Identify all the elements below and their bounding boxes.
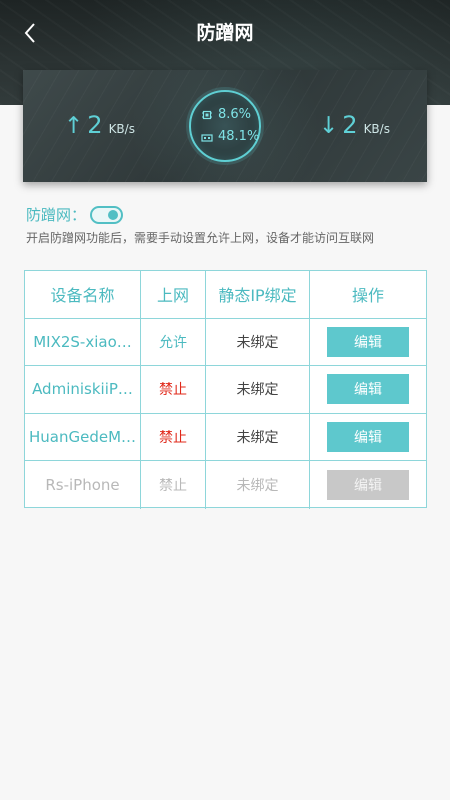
device-name: MIX2S-xiao… bbox=[25, 318, 141, 365]
usage-gauge: 8.6% 48.1% bbox=[189, 90, 261, 162]
cpu-usage-value: 8.6% bbox=[218, 107, 252, 122]
download-speed: ↓ 2 KB/s bbox=[319, 111, 390, 139]
table-header-row: 设备名称 上网 静态IP绑定 操作 bbox=[25, 271, 426, 319]
traffic-stats-card: ↑ 2 KB/s 8.6% 48.1% ↓ 2 KB/s bbox=[23, 70, 427, 182]
device-name: AdminiskiiP… bbox=[25, 366, 141, 413]
toggle-knob bbox=[108, 209, 119, 220]
internet-status: 禁止 bbox=[141, 461, 206, 509]
upload-arrow-icon: ↑ bbox=[64, 113, 84, 139]
action-cell: 编辑 bbox=[310, 366, 426, 413]
table-row: AdminiskiiP… 禁止 未绑定 编辑 bbox=[25, 366, 426, 414]
table-row-offline: Rs-iPhone 禁止 未绑定 编辑 bbox=[25, 461, 426, 509]
column-header-device: 设备名称 bbox=[25, 271, 141, 318]
download-arrow-icon: ↓ bbox=[319, 113, 339, 139]
download-speed-value: 2 bbox=[342, 111, 358, 139]
internet-status: 禁止 bbox=[141, 366, 206, 413]
upload-speed-unit: KB/s bbox=[108, 122, 135, 136]
table-row: HuanGedeM… 禁止 未绑定 编辑 bbox=[25, 413, 426, 461]
cpu-usage: 8.6% bbox=[201, 107, 251, 122]
cpu-icon bbox=[202, 110, 212, 119]
column-header-internet: 上网 bbox=[141, 271, 206, 318]
device-name: HuanGedeM… bbox=[25, 413, 141, 460]
upload-speed: ↑ 2 KB/s bbox=[64, 111, 135, 139]
edit-button[interactable]: 编辑 bbox=[327, 421, 409, 452]
device-table: 设备名称 上网 静态IP绑定 操作 MIX2S-xiao… 允许 未绑定 编辑 … bbox=[24, 270, 427, 509]
binding-status: 未绑定 bbox=[206, 318, 310, 365]
anti-leech-setting: 防蹭网： bbox=[26, 204, 124, 225]
upload-speed-value: 2 bbox=[87, 111, 103, 139]
internet-status: 允许 bbox=[141, 318, 206, 365]
internet-status: 禁止 bbox=[141, 413, 206, 460]
memory-usage-value: 48.1% bbox=[218, 129, 260, 144]
binding-status: 未绑定 bbox=[206, 413, 310, 460]
anti-leech-description: 开启防蹭网功能后，需要手动设置允许上网，设备才能访问互联网 bbox=[26, 231, 375, 245]
edit-button-disabled[interactable]: 编辑 bbox=[327, 469, 409, 500]
action-cell: 编辑 bbox=[310, 414, 426, 461]
download-speed-unit: KB/s bbox=[363, 122, 390, 136]
binding-status: 未绑定 bbox=[206, 366, 310, 413]
action-cell: 编辑 bbox=[310, 319, 426, 366]
table-row: MIX2S-xiao… 允许 未绑定 编辑 bbox=[25, 318, 426, 366]
memory-usage: 48.1% bbox=[201, 129, 259, 144]
column-header-action: 操作 bbox=[351, 286, 384, 306]
page-title: 防蹭网 bbox=[196, 22, 254, 44]
binding-status: 未绑定 bbox=[206, 461, 310, 509]
memory-icon bbox=[201, 133, 213, 142]
edit-button[interactable]: 编辑 bbox=[327, 374, 409, 405]
edit-button[interactable]: 编辑 bbox=[327, 326, 409, 357]
anti-leech-label: 防蹭网： bbox=[26, 206, 87, 224]
anti-leech-toggle[interactable] bbox=[90, 205, 124, 224]
column-header-static-ip: 静态IP绑定 bbox=[206, 271, 310, 318]
device-name: Rs-iPhone bbox=[25, 461, 141, 509]
action-cell: 编辑 bbox=[310, 461, 426, 509]
